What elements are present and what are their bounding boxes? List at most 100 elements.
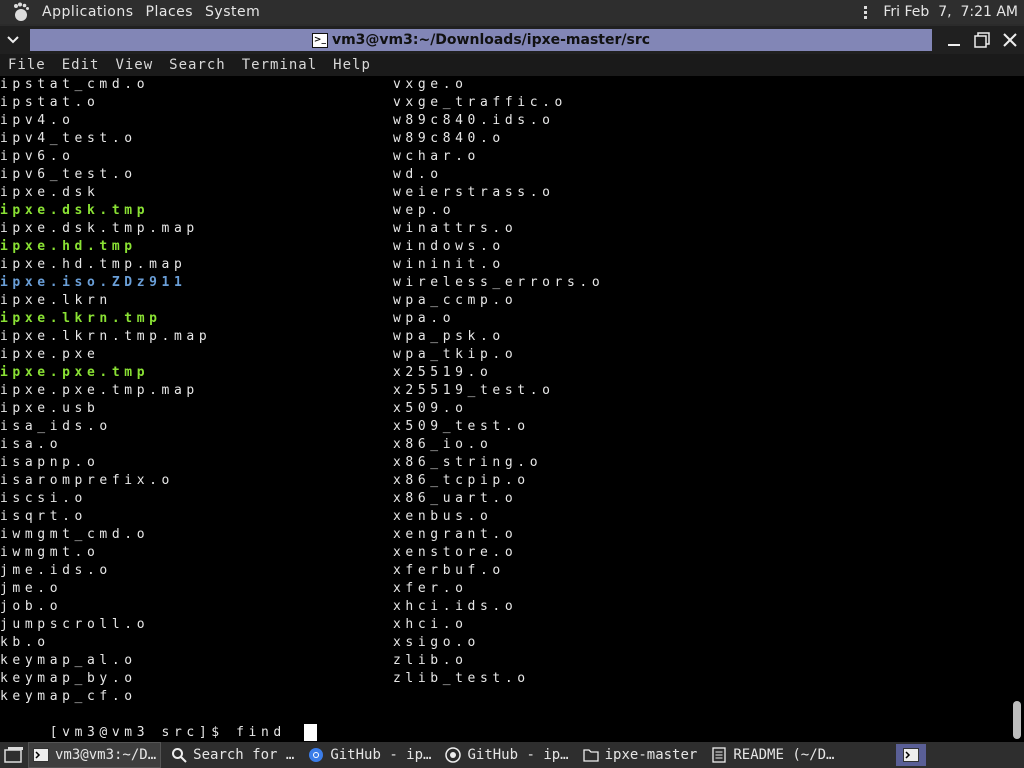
file-entry: isaromprefix.o (0, 473, 174, 488)
file-entry: ipv4.o (0, 113, 75, 128)
show-desktop-button[interactable] (0, 743, 28, 767)
task-github[interactable]: GitHub - ip… (441, 743, 572, 767)
file-entry: x25519_test.o (393, 383, 555, 398)
file-entry: xferbuf.o (393, 563, 505, 578)
close-button[interactable] (996, 26, 1024, 54)
file-entry: xenstore.o (393, 545, 518, 560)
file-entry: w89c840.o (393, 131, 505, 146)
file-list-left-column: ipstat_cmd.o ipstat.o ipv4.o ipv4_test.o ipv… (0, 76, 211, 706)
file-entry: ipxe.hd.tmp.map (0, 257, 187, 272)
bottom-taskbar: vm3@vm3:~/D… Search for … GitHub - ip… G… (0, 742, 1024, 768)
menu-view[interactable]: View (115, 57, 153, 73)
file-entry: iwmgmt_cmd.o (0, 527, 150, 542)
scrollbar-thumb[interactable] (1013, 701, 1021, 739)
task-chrome[interactable]: GitHub - ip… (304, 743, 435, 767)
task-terminal[interactable]: vm3@vm3:~/D… (28, 742, 162, 768)
file-entry: wpa_psk.o (393, 329, 505, 344)
file-entry: xenbus.o (393, 509, 493, 524)
file-entry: job.o (0, 599, 63, 614)
file-entry: iwmgmt.o (0, 545, 100, 560)
task-label: ipxe-master (604, 747, 698, 763)
file-entry: wep.o (393, 203, 456, 218)
file-entry: isapnp.o (0, 455, 100, 470)
minimize-button[interactable] (940, 26, 968, 54)
file-entry: jme.ids.o (0, 563, 112, 578)
chrome-icon (308, 747, 324, 763)
file-entry: xfer.o (393, 581, 468, 596)
file-entry: x25519.o (393, 365, 493, 380)
file-entry: ipxe.pxe.tmp.map (0, 383, 199, 398)
file-entry: ipxe.dsk.tmp.map (0, 221, 199, 236)
maximize-button[interactable] (968, 26, 996, 54)
file-entry: ipxe.hd.tmp (0, 239, 137, 254)
task-label: GitHub - ip… (330, 747, 432, 763)
file-entry: x509_test.o (393, 419, 530, 434)
github-icon (445, 747, 462, 763)
search-icon (171, 747, 187, 763)
task-text-editor[interactable]: README (~/D… (707, 743, 838, 767)
panel-handle-icon[interactable] (864, 5, 868, 19)
file-entry: winattrs.o (393, 221, 518, 236)
file-entry: isa.o (0, 437, 63, 452)
menu-file[interactable]: File (8, 57, 46, 73)
task-terminal-active-icon[interactable] (896, 744, 926, 766)
file-entry: zlib_test.o (393, 671, 530, 686)
file-entry: x86_io.o (393, 437, 493, 452)
file-entry: x86_tcpip.o (393, 473, 530, 488)
file-entry: zlib.o (393, 653, 468, 668)
file-list-right-column: vxge.o vxge_traffic.o w89c840.ids.o w89c840… (393, 76, 604, 688)
window-title-area[interactable]: >_ vm3@vm3:~/Downloads/ipxe-master/src (30, 29, 932, 51)
folder-icon (582, 747, 599, 763)
file-entry: keymap_al.o (0, 653, 137, 668)
file-entry: ipxe.usb (0, 401, 100, 416)
shell-prompt: [vm3@vm3 src]$ find (49, 725, 299, 740)
file-entry: wininit.o (393, 257, 505, 272)
file-entry: x509.o (393, 401, 468, 416)
places-menu[interactable]: Places (146, 4, 194, 20)
file-entry: vxge.o (393, 77, 468, 92)
file-entry: ipv6_test.o (0, 167, 137, 182)
file-entry: xengrant.o (393, 527, 518, 542)
file-entry: ipxe.lkrn.tmp.map (0, 329, 212, 344)
file-entry: xsigo.o (393, 635, 480, 650)
terminal-icon (33, 747, 49, 763)
task-label: GitHub - ip… (467, 747, 569, 763)
menu-search[interactable]: Search (169, 57, 226, 73)
window-titlebar[interactable]: >_ vm3@vm3:~/Downloads/ipxe-master/src (0, 26, 1024, 54)
terminal-output[interactable]: ipstat_cmd.o ipstat.o ipv4.o ipv4_test.o ipv… (0, 76, 1010, 742)
file-entry: kb.o (0, 635, 50, 650)
file-entry: ipxe.dsk (0, 185, 100, 200)
system-menu[interactable]: System (205, 4, 260, 20)
task-folder[interactable]: ipxe-master (579, 743, 702, 767)
terminal-title-icon: >_ (311, 32, 328, 48)
file-entry: ipxe.lkrn (0, 293, 112, 308)
file-entry: jumpscroll.o (0, 617, 150, 632)
file-entry: iscsi.o (0, 491, 87, 506)
menu-terminal[interactable]: Terminal (242, 57, 317, 73)
file-entry: wireless_errors.o (393, 275, 605, 290)
terminal-menubar: File Edit View Search Terminal Help (0, 54, 1024, 76)
file-entry: vxge_traffic.o (393, 95, 567, 110)
file-entry: wpa.o (393, 311, 456, 326)
gnome-foot-icon[interactable] (10, 1, 32, 23)
file-entry: keymap_cf.o (0, 689, 137, 704)
menu-help[interactable]: Help (333, 57, 371, 73)
menu-edit[interactable]: Edit (62, 57, 100, 73)
file-entry: x86_string.o (393, 455, 543, 470)
terminal-scrollbar[interactable] (1010, 76, 1024, 742)
text-editor-icon (711, 747, 727, 763)
prompt-line[interactable]: [vm3@vm3 src]$ find (0, 706, 318, 741)
file-entry: wchar.o (393, 149, 480, 164)
file-entry: wpa_ccmp.o (393, 293, 518, 308)
file-entry: isqrt.o (0, 509, 87, 524)
file-entry: xhci.o (393, 617, 468, 632)
task-search[interactable]: Search for … (167, 743, 298, 767)
file-entry: wd.o (393, 167, 443, 182)
clock[interactable]: Fri Feb 7, 7:21 AM (883, 4, 1018, 20)
window-menu-chevron-icon[interactable] (0, 27, 26, 53)
top-panel: Applications Places System Fri Feb 7, 7:… (0, 0, 1024, 24)
task-label: vm3@vm3:~/D… (55, 747, 157, 763)
applications-menu[interactable]: Applications (42, 4, 134, 20)
file-entry: ipxe.pxe (0, 347, 100, 362)
task-label: Search for … (193, 747, 295, 763)
